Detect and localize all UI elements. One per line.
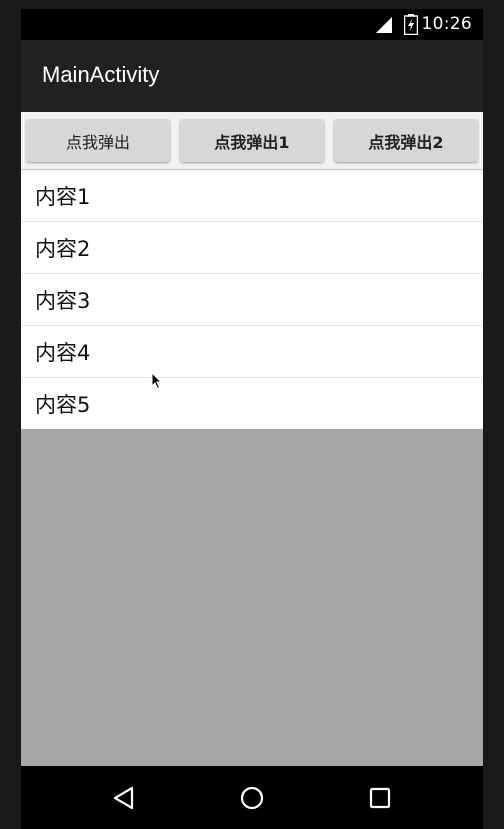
navigation-bar <box>21 766 483 829</box>
list-item[interactable]: 内容2 <box>21 222 483 274</box>
status-bar: 10:26 <box>21 9 483 40</box>
popup-list: 内容1 内容2 内容3 内容4 内容5 <box>21 170 483 429</box>
device-screen: 10:26 MainActivity 点我弹出 点我弹出1 点我弹出2 内容1 … <box>21 9 483 829</box>
status-time: 10:26 <box>421 14 472 34</box>
back-button[interactable] <box>109 783 139 813</box>
mouse-cursor-icon <box>151 372 163 390</box>
popup-button-2[interactable]: 点我弹出2 <box>334 119 478 162</box>
popup-button-1[interactable]: 点我弹出1 <box>180 119 324 162</box>
action-bar: MainActivity <box>21 40 483 112</box>
device-frame: 10:26 MainActivity 点我弹出 点我弹出1 点我弹出2 内容1 … <box>0 0 504 829</box>
home-button[interactable] <box>237 783 267 813</box>
back-icon <box>113 786 134 810</box>
list-item[interactable]: 内容3 <box>21 274 483 326</box>
recents-icon <box>369 787 391 809</box>
button-row: 点我弹出 点我弹出1 点我弹出2 <box>21 112 483 170</box>
list-item[interactable]: 内容1 <box>21 170 483 222</box>
popup-button[interactable]: 点我弹出 <box>26 119 170 162</box>
battery-icon <box>404 14 418 35</box>
signal-icon <box>376 17 392 33</box>
list-item[interactable]: 内容5 <box>21 378 483 429</box>
home-icon <box>240 786 264 810</box>
recents-button[interactable] <box>365 783 395 813</box>
app-title: MainActivity <box>42 62 160 87</box>
list-item[interactable]: 内容4 <box>21 326 483 378</box>
